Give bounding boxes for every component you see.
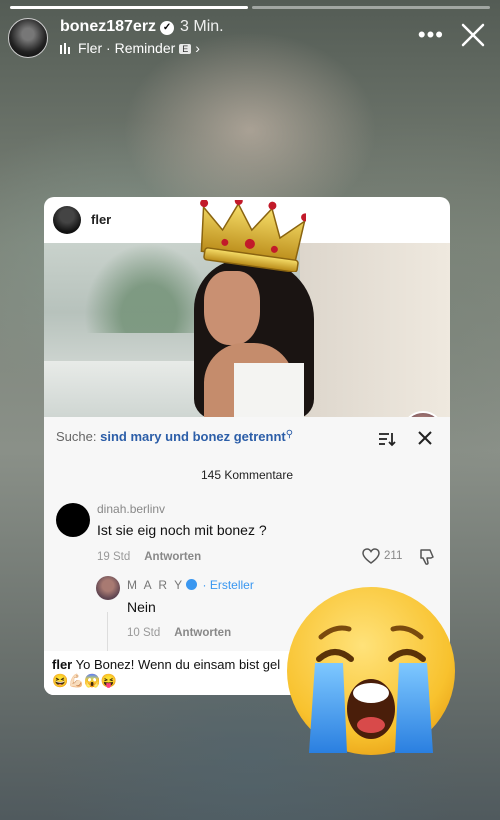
verified-icon: [186, 579, 198, 590]
close-icon[interactable]: [458, 20, 488, 50]
comment-text: Ist sie eig noch mit bonez ?: [97, 522, 267, 538]
reply-age: 10 Std: [127, 627, 161, 639]
story-header: bonez187erz ✓ 3 Min. Fler · Reminder E › ••…: [8, 16, 492, 60]
music-artist: Fler: [78, 40, 103, 56]
search-prefix: Suche:: [56, 429, 97, 444]
music-info[interactable]: Fler · Reminder E ›: [60, 40, 200, 56]
caption-text: Yo Bonez! Wenn du einsam bist gel: [75, 657, 281, 672]
caption-emojis: 😆💪🏻😱😝: [52, 673, 117, 688]
woman-top: [234, 363, 304, 417]
x-icon[interactable]: [418, 431, 432, 445]
like-count: 211: [384, 550, 403, 562]
comment-count: 145 Kommentare: [200, 468, 294, 482]
reply-text: Nein: [127, 599, 156, 615]
story-username-row: bonez187erz ✓ 3 Min.: [60, 18, 224, 36]
more-icon[interactable]: •••: [418, 22, 444, 48]
progress-segment-next: [252, 6, 490, 9]
search-query[interactable]: sind mary und bonez getrennt: [100, 429, 286, 444]
reply-meta: 10 Std Antworten: [127, 627, 231, 639]
reply-button[interactable]: Antworten: [144, 551, 201, 563]
woman-face: [204, 271, 260, 345]
reply-avatar[interactable]: [96, 576, 120, 600]
search-icon: ⚲: [285, 429, 294, 440]
chevron-right-icon: ›: [195, 40, 200, 56]
sort-icon[interactable]: [378, 431, 396, 447]
post-avatar[interactable]: [53, 206, 81, 234]
comment-avatar[interactable]: [56, 503, 90, 537]
reply-username-row: M A R Y · Ersteller: [127, 578, 254, 592]
avatar[interactable]: [8, 18, 48, 58]
crown-sticker[interactable]: [196, 200, 306, 272]
username[interactable]: bonez187erz: [60, 18, 156, 35]
reply-username[interactable]: M A R Y: [127, 578, 184, 592]
music-bars-icon: [60, 43, 70, 54]
caption-username[interactable]: fler: [52, 657, 72, 672]
reply-button[interactable]: Antworten: [174, 627, 231, 639]
comment-username[interactable]: dinah.berlinv: [97, 502, 165, 516]
heart-icon[interactable]: [362, 548, 380, 564]
creator-tag: · Ersteller: [202, 578, 254, 592]
comment-age: 19 Std: [97, 551, 131, 563]
music-title: Reminder: [114, 40, 176, 56]
post-username[interactable]: fler: [91, 212, 111, 227]
background-wall: [300, 243, 450, 417]
progress-segment-current: [10, 6, 248, 9]
crying-emoji-sticker[interactable]: [285, 585, 457, 757]
dislike-icon[interactable]: [418, 548, 436, 566]
post-time: 3 Min.: [180, 18, 224, 35]
search-row[interactable]: Suche: sind mary und bonez getrennt⚲: [56, 429, 293, 444]
story-progress-bar: [10, 6, 490, 9]
comment-meta: 19 Std Antworten: [97, 551, 201, 563]
explicit-badge: E: [179, 44, 192, 54]
verified-icon: ✓: [160, 21, 175, 35]
